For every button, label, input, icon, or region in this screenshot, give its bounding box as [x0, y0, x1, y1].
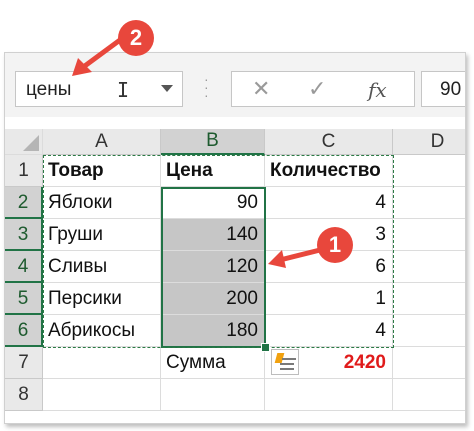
cell-a6[interactable]: Абрикосы — [43, 315, 161, 347]
cell-a4[interactable]: Сливы — [43, 251, 161, 283]
cell-d8[interactable] — [393, 379, 465, 411]
row-header-1[interactable]: 1 — [5, 155, 43, 187]
cell-d2[interactable] — [393, 187, 465, 219]
cell-b6[interactable]: 180 — [161, 315, 265, 347]
select-all-icon — [23, 135, 39, 151]
formula-buttons: ✕ ✓ fx — [231, 71, 415, 107]
cell-c8[interactable] — [265, 379, 393, 411]
cell-a3[interactable]: Груши — [43, 219, 161, 251]
cell-a1[interactable]: Товар — [43, 155, 161, 187]
cell-d7[interactable] — [393, 347, 465, 379]
cell-b4[interactable]: 120 — [161, 251, 265, 283]
quick-analysis-line — [280, 363, 294, 365]
column-header-b[interactable]: B — [161, 129, 265, 155]
formula-input[interactable]: 90 — [421, 71, 465, 107]
cancel-icon[interactable]: ✕ — [252, 76, 270, 102]
spreadsheet-window: цены I · · · ✕ ✓ fx 90 A B C D 1 2 3 4 5 6… — [4, 52, 466, 424]
column-header-c[interactable]: C — [265, 129, 393, 155]
row-header-6[interactable]: 6 — [5, 315, 43, 347]
formula-value: 90 — [440, 79, 462, 100]
cell-b5[interactable]: 200 — [161, 283, 265, 315]
row-header-2[interactable]: 2 — [5, 187, 43, 219]
cell-a5[interactable]: Персики — [43, 283, 161, 315]
row-header-3[interactable]: 3 — [5, 219, 43, 251]
cell-b8[interactable] — [161, 379, 265, 411]
cell-d5[interactable] — [393, 283, 465, 315]
callout-badge-2: 2 — [118, 20, 154, 56]
cell-c5[interactable]: 1 — [265, 283, 393, 315]
chevron-down-icon[interactable] — [161, 85, 173, 92]
cell-d1[interactable] — [393, 155, 465, 187]
cell-a8[interactable] — [43, 379, 161, 411]
cell-a7[interactable] — [43, 347, 161, 379]
cell-d4[interactable] — [393, 251, 465, 283]
cell-b2[interactable]: 90 — [161, 187, 265, 219]
drag-handle-icon[interactable]: · · · — [204, 72, 209, 102]
row-header-8[interactable]: 8 — [5, 379, 43, 411]
enter-icon[interactable]: ✓ — [308, 76, 326, 102]
insert-function-icon[interactable]: fx — [368, 78, 387, 102]
cell-d6[interactable] — [393, 315, 465, 347]
cell-d3[interactable] — [393, 219, 465, 251]
cell-b3[interactable]: 140 — [161, 219, 265, 251]
row-header-4[interactable]: 4 — [5, 251, 43, 283]
fill-handle[interactable] — [261, 343, 270, 352]
quick-analysis-icon[interactable] — [271, 349, 299, 375]
quick-analysis-line — [282, 358, 296, 360]
cell-c2[interactable]: 4 — [265, 187, 393, 219]
cell-b1[interactable]: Цена — [161, 155, 265, 187]
cell-c6[interactable]: 4 — [265, 315, 393, 347]
select-all-corner[interactable] — [5, 129, 43, 155]
row-header-7[interactable]: 7 — [5, 347, 43, 379]
cell-a2[interactable]: Яблоки — [43, 187, 161, 219]
row-header-5[interactable]: 5 — [5, 283, 43, 315]
cell-c1[interactable]: Количество — [265, 155, 393, 187]
quick-analysis-line — [280, 368, 294, 370]
cell-b7[interactable]: Сумма — [161, 347, 265, 379]
column-header-d[interactable]: D — [393, 129, 465, 155]
column-header-a[interactable]: A — [43, 129, 161, 155]
callout-badge-1: 1 — [317, 227, 353, 263]
